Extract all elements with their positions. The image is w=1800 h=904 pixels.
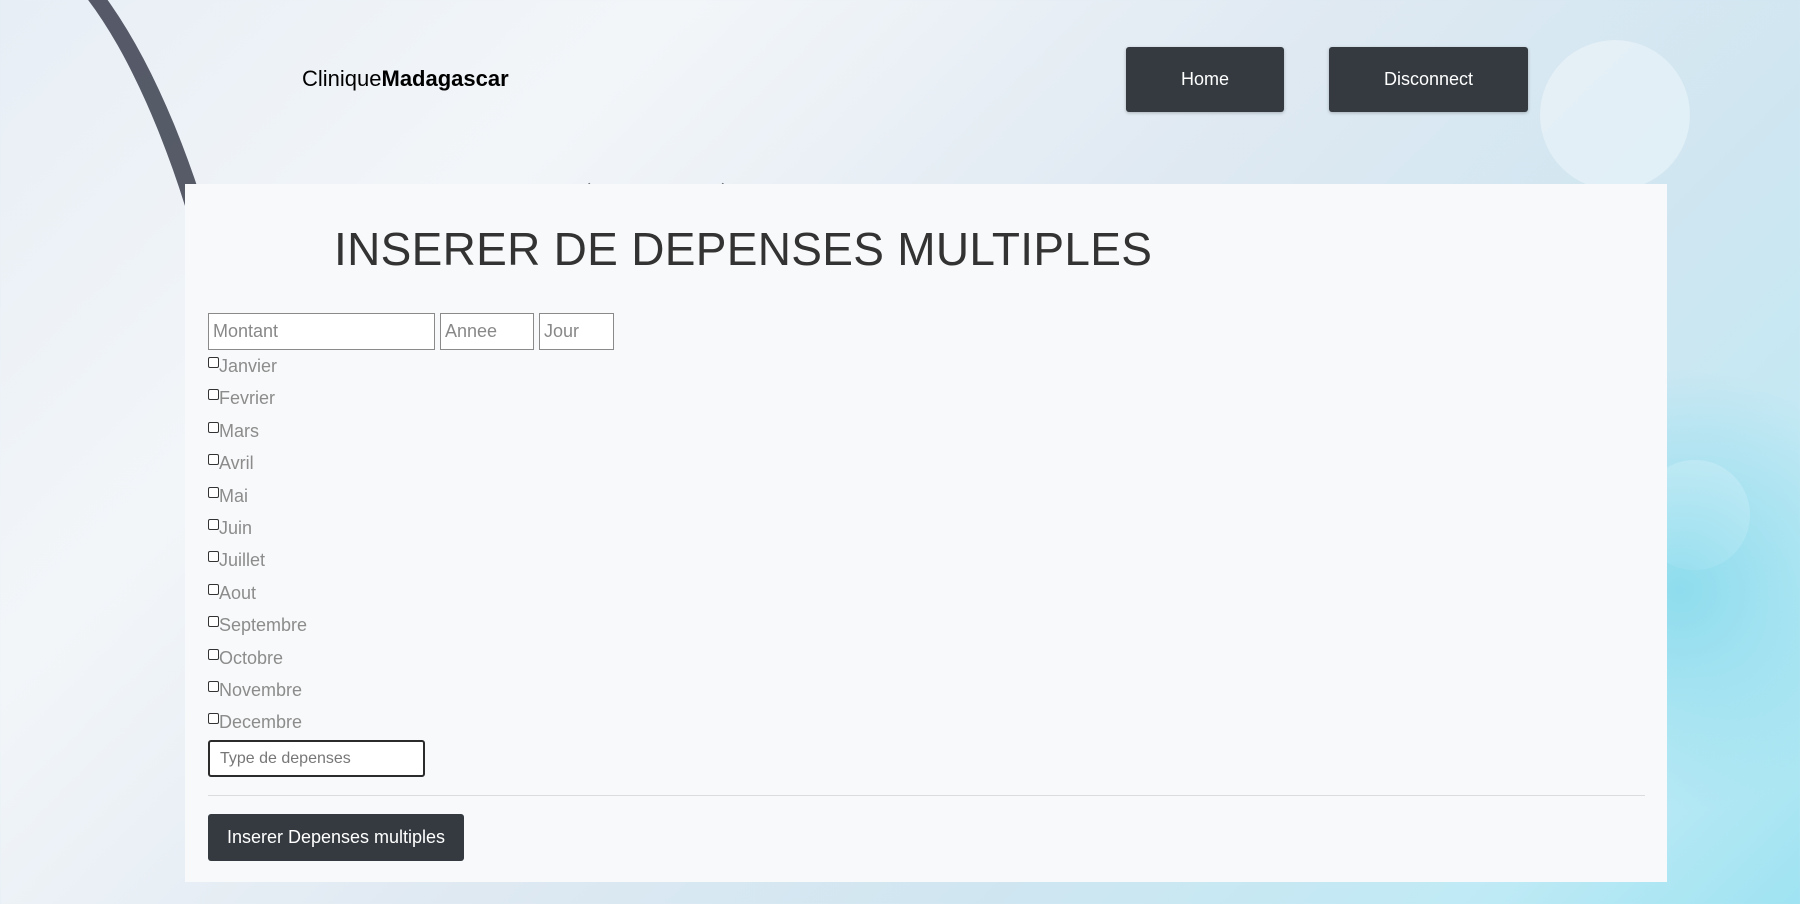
- month-checkbox[interactable]: [208, 713, 219, 725]
- divider: [208, 795, 1645, 796]
- month-checkbox[interactable]: [208, 518, 219, 530]
- month-checkbox[interactable]: [208, 389, 219, 401]
- month-label: Fevrier: [219, 388, 276, 409]
- brand-logo[interactable]: CliniqueMadagascar: [302, 66, 509, 92]
- amount-date-row: [208, 313, 614, 350]
- month-checkbox-list: Janvier Fevrier Mars Avril Mai Juin Juil…: [208, 356, 307, 745]
- background-bokeh: [1540, 40, 1690, 190]
- month-label: Juin: [219, 517, 253, 538]
- month-label: Avril: [219, 453, 254, 474]
- jour-input[interactable]: [539, 313, 614, 350]
- brand-prefix: Clinique: [302, 66, 382, 91]
- month-label: Septembre: [219, 615, 308, 636]
- month-option[interactable]: Mars: [208, 421, 307, 453]
- month-label: Octobre: [219, 647, 284, 668]
- month-checkbox[interactable]: [208, 616, 219, 628]
- annee-input[interactable]: [440, 313, 534, 350]
- month-checkbox[interactable]: [208, 357, 219, 368]
- month-option[interactable]: Septembre: [208, 615, 307, 647]
- month-checkbox[interactable]: [208, 486, 219, 498]
- disconnect-button[interactable]: Disconnect: [1329, 47, 1528, 112]
- month-label: Mai: [219, 485, 249, 506]
- month-label: Janvier: [219, 356, 278, 376]
- submit-button[interactable]: Inserer Depenses multiples: [208, 814, 464, 861]
- month-option[interactable]: Avril: [208, 453, 307, 485]
- brand-name: Madagascar: [381, 66, 509, 91]
- month-option[interactable]: Juin: [208, 518, 307, 550]
- month-label: Aout: [219, 582, 257, 603]
- month-checkbox[interactable]: [208, 454, 219, 466]
- month-option[interactable]: Aout: [208, 583, 307, 615]
- home-button[interactable]: Home: [1126, 47, 1284, 112]
- month-checkbox[interactable]: [208, 583, 219, 595]
- page-title: INSERER DE DEPENSES MULTIPLES: [334, 223, 1153, 275]
- month-checkbox[interactable]: [208, 648, 219, 660]
- month-option[interactable]: Janvier: [208, 356, 307, 388]
- type-depenses-input[interactable]: [208, 740, 425, 777]
- form-panel: INSERER DE DEPENSES MULTIPLES Janvier Fe…: [185, 184, 1667, 882]
- month-option[interactable]: Juillet: [208, 550, 307, 582]
- month-label: Mars: [219, 420, 259, 441]
- month-checkbox[interactable]: [208, 421, 219, 433]
- month-option[interactable]: Octobre: [208, 648, 307, 680]
- month-option[interactable]: Mai: [208, 486, 307, 518]
- month-checkbox[interactable]: [208, 680, 219, 692]
- month-option[interactable]: Novembre: [208, 680, 307, 712]
- month-label: Decembre: [219, 712, 303, 733]
- month-option[interactable]: Fevrier: [208, 388, 307, 420]
- month-label: Juillet: [219, 550, 266, 571]
- month-checkbox[interactable]: [208, 551, 219, 563]
- month-label: Novembre: [219, 679, 303, 700]
- montant-input[interactable]: [208, 313, 435, 350]
